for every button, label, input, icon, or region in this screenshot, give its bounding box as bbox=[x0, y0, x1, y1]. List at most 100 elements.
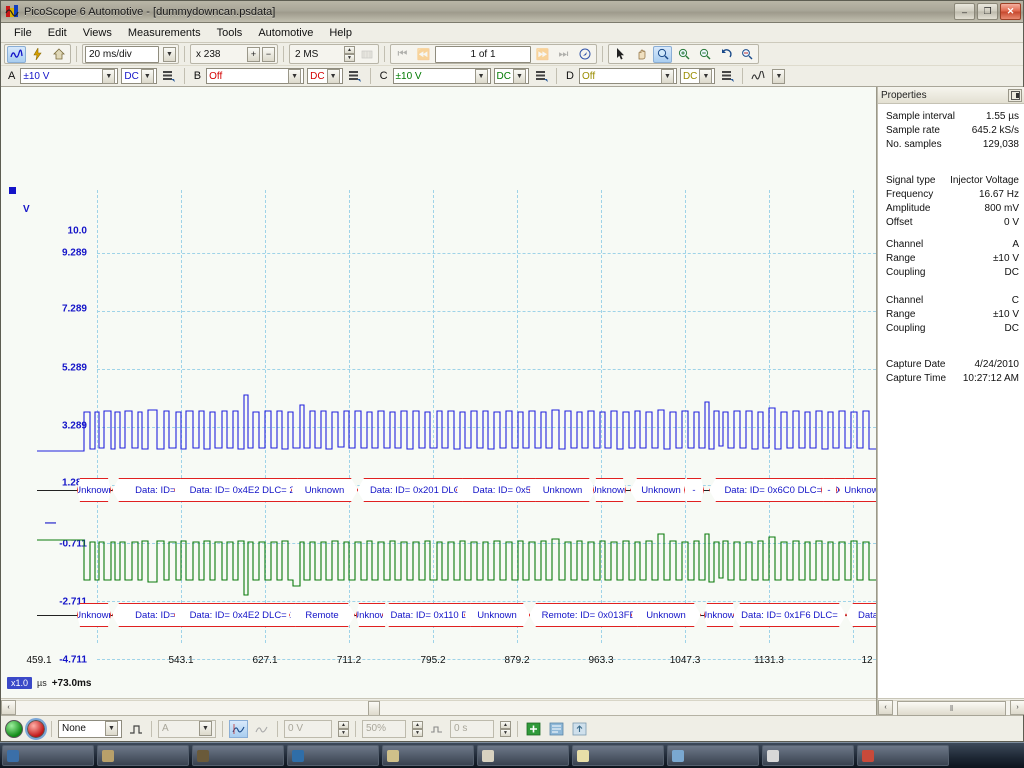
pointer-icon[interactable] bbox=[611, 46, 630, 63]
chevron-down-icon[interactable]: ▼ bbox=[326, 68, 340, 84]
decode-packet[interactable]: Unknown bbox=[704, 603, 736, 627]
trigger-mode-select[interactable]: None ▼ bbox=[58, 719, 122, 738]
channel-d-probe-icon[interactable] bbox=[718, 68, 737, 85]
channel-a-range-select[interactable]: ±10 V ▼ bbox=[20, 68, 119, 84]
channel-d-range-select[interactable]: Off ▼ bbox=[578, 68, 677, 84]
chevron-down-icon[interactable]: ▼ bbox=[660, 68, 674, 84]
taskbar-item[interactable] bbox=[572, 745, 664, 766]
trigger-type-icon[interactable] bbox=[229, 719, 248, 738]
channel-b-probe-icon[interactable] bbox=[346, 68, 365, 85]
minimize-button[interactable]: – bbox=[954, 3, 975, 20]
menu-file[interactable]: File bbox=[7, 25, 39, 41]
go-icon[interactable] bbox=[5, 719, 23, 738]
taskbar-item[interactable] bbox=[762, 745, 854, 766]
add-measurement-icon[interactable] bbox=[524, 720, 543, 738]
chevron-down-icon[interactable]: ▼ bbox=[105, 721, 118, 736]
zoom-decrease-button[interactable]: − bbox=[262, 46, 275, 62]
chevron-down-icon[interactable]: ▼ bbox=[699, 68, 713, 84]
zoom-increase-button[interactable]: + bbox=[247, 46, 260, 62]
lightning-icon[interactable] bbox=[28, 46, 47, 63]
menu-help[interactable]: Help bbox=[322, 25, 359, 41]
undo-zoom-icon[interactable] bbox=[716, 46, 735, 63]
timebase-field[interactable]: 20 ms/div bbox=[85, 45, 159, 63]
taskbar-item[interactable] bbox=[382, 745, 474, 766]
chevron-down-icon[interactable]: ▼ bbox=[140, 68, 154, 84]
taskbar-item[interactable] bbox=[97, 745, 189, 766]
zoom-out-icon[interactable] bbox=[695, 46, 714, 63]
trigger-delay-stepper[interactable]: ▲ ▼ bbox=[500, 720, 511, 737]
zoom-factor-field[interactable]: x 238 bbox=[193, 46, 245, 63]
zoom-reset-icon[interactable] bbox=[737, 46, 756, 63]
chevron-down-icon[interactable]: ▼ bbox=[513, 68, 526, 84]
scroll-thumb[interactable] bbox=[368, 700, 380, 715]
decode-packet[interactable]: Unknown bbox=[464, 603, 530, 627]
decode-packet[interactable]: Remote bbox=[289, 603, 355, 627]
channel-a-coupling-select[interactable]: DC ▼ bbox=[121, 68, 157, 84]
decode-packet[interactable]: Unknown bbox=[77, 478, 111, 502]
channel-c-coupling-select[interactable]: DC ▼ bbox=[493, 68, 529, 84]
chevron-down-icon[interactable]: ▼ bbox=[199, 721, 212, 736]
decode-packet[interactable]: Data bbox=[846, 603, 877, 627]
scroll-thumb[interactable]: ‖ bbox=[897, 700, 1006, 716]
memory-icon[interactable] bbox=[357, 46, 376, 63]
hand-icon[interactable] bbox=[632, 46, 651, 63]
decode-packet[interactable]: Data: ID= 0x1F6 DLC= bbox=[733, 603, 846, 627]
buffer-size-field[interactable]: 2 MS bbox=[292, 46, 340, 63]
advanced-trigger-icon[interactable] bbox=[252, 720, 271, 738]
buffer-size-stepper[interactable]: ▲ ▼ bbox=[344, 46, 355, 62]
scroll-right-button[interactable]: › bbox=[1010, 699, 1024, 715]
properties-horizontal-scrollbar[interactable]: ‹ ‖ › bbox=[878, 698, 1024, 716]
taskbar-item[interactable] bbox=[857, 745, 949, 766]
menu-tools[interactable]: Tools bbox=[210, 25, 250, 41]
decode-packet[interactable]: - bbox=[684, 478, 704, 502]
trigger-source-select[interactable]: A ▼ bbox=[158, 719, 216, 738]
scope-view[interactable]: V 10.0 9.289 7.289 5.289 3.289 1.289 — -… bbox=[1, 87, 877, 715]
chevron-down-icon[interactable]: ▼ bbox=[474, 68, 488, 84]
decode-packet[interactable]: Unknown bbox=[593, 478, 626, 502]
decode-packet[interactable]: Unknown bbox=[529, 478, 596, 502]
decode-packet[interactable]: Unknown bbox=[77, 603, 111, 627]
rising-edge-icon[interactable] bbox=[126, 720, 145, 738]
taskbar-item[interactable] bbox=[2, 745, 94, 766]
decode-packet[interactable]: Unknown bbox=[839, 478, 877, 502]
trigger-level-field[interactable]: 0 V bbox=[284, 719, 332, 738]
chevron-down-icon[interactable]: ▼ bbox=[288, 68, 302, 84]
trigger-level-stepper[interactable]: ▲ ▼ bbox=[338, 720, 349, 737]
compass-icon[interactable] bbox=[575, 46, 594, 63]
zoom-level-badge[interactable]: x1.0 bbox=[7, 677, 33, 689]
chevron-down-icon[interactable]: ▼ bbox=[102, 68, 116, 84]
menu-views[interactable]: Views bbox=[76, 25, 119, 41]
channel-a-probe-icon[interactable] bbox=[160, 68, 179, 85]
menu-automotive[interactable]: Automotive bbox=[251, 25, 320, 41]
pin-icon[interactable] bbox=[1008, 88, 1022, 102]
next-page-icon[interactable]: ⏩ bbox=[533, 46, 552, 63]
menu-measurements[interactable]: Measurements bbox=[121, 25, 208, 41]
scroll-track[interactable] bbox=[16, 699, 876, 715]
taskbar-item[interactable] bbox=[477, 745, 569, 766]
scroll-track[interactable]: ‖ bbox=[893, 699, 1010, 716]
trigger-delay-field[interactable]: 0 s bbox=[450, 719, 494, 738]
channel-c-probe-icon[interactable] bbox=[532, 68, 551, 85]
zoom-in-icon[interactable] bbox=[674, 46, 693, 63]
scope-horizontal-scrollbar[interactable]: ‹ bbox=[1, 698, 876, 715]
notes-icon[interactable] bbox=[547, 720, 566, 738]
taskbar-item[interactable] bbox=[192, 745, 284, 766]
decode-packet[interactable]: Unknown bbox=[291, 478, 358, 502]
close-button[interactable]: ✕ bbox=[1000, 3, 1021, 20]
math-channel-dropdown-icon[interactable]: ▼ bbox=[772, 68, 786, 84]
waveform-icon[interactable] bbox=[7, 45, 26, 63]
previous-page-icon[interactable]: ⏪ bbox=[414, 46, 433, 63]
taskbar-item[interactable] bbox=[287, 745, 379, 766]
channel-d-coupling-select[interactable]: DC ▼ bbox=[679, 68, 716, 84]
last-page-icon[interactable]: ⏭ bbox=[554, 46, 573, 63]
zoom-box-icon[interactable] bbox=[653, 45, 672, 63]
trigger-delay-icon[interactable] bbox=[427, 720, 446, 738]
pretrigger-field[interactable]: 50% bbox=[362, 719, 406, 738]
math-channel-icon[interactable] bbox=[748, 68, 767, 85]
channel-b-coupling-select[interactable]: DC ▼ bbox=[307, 68, 343, 84]
menu-edit[interactable]: Edit bbox=[41, 25, 74, 41]
scroll-left-button[interactable]: ‹ bbox=[878, 699, 893, 715]
stop-icon[interactable] bbox=[25, 717, 47, 740]
channel-c-range-select[interactable]: ±10 V ▼ bbox=[392, 68, 491, 84]
home-icon[interactable] bbox=[49, 46, 68, 63]
